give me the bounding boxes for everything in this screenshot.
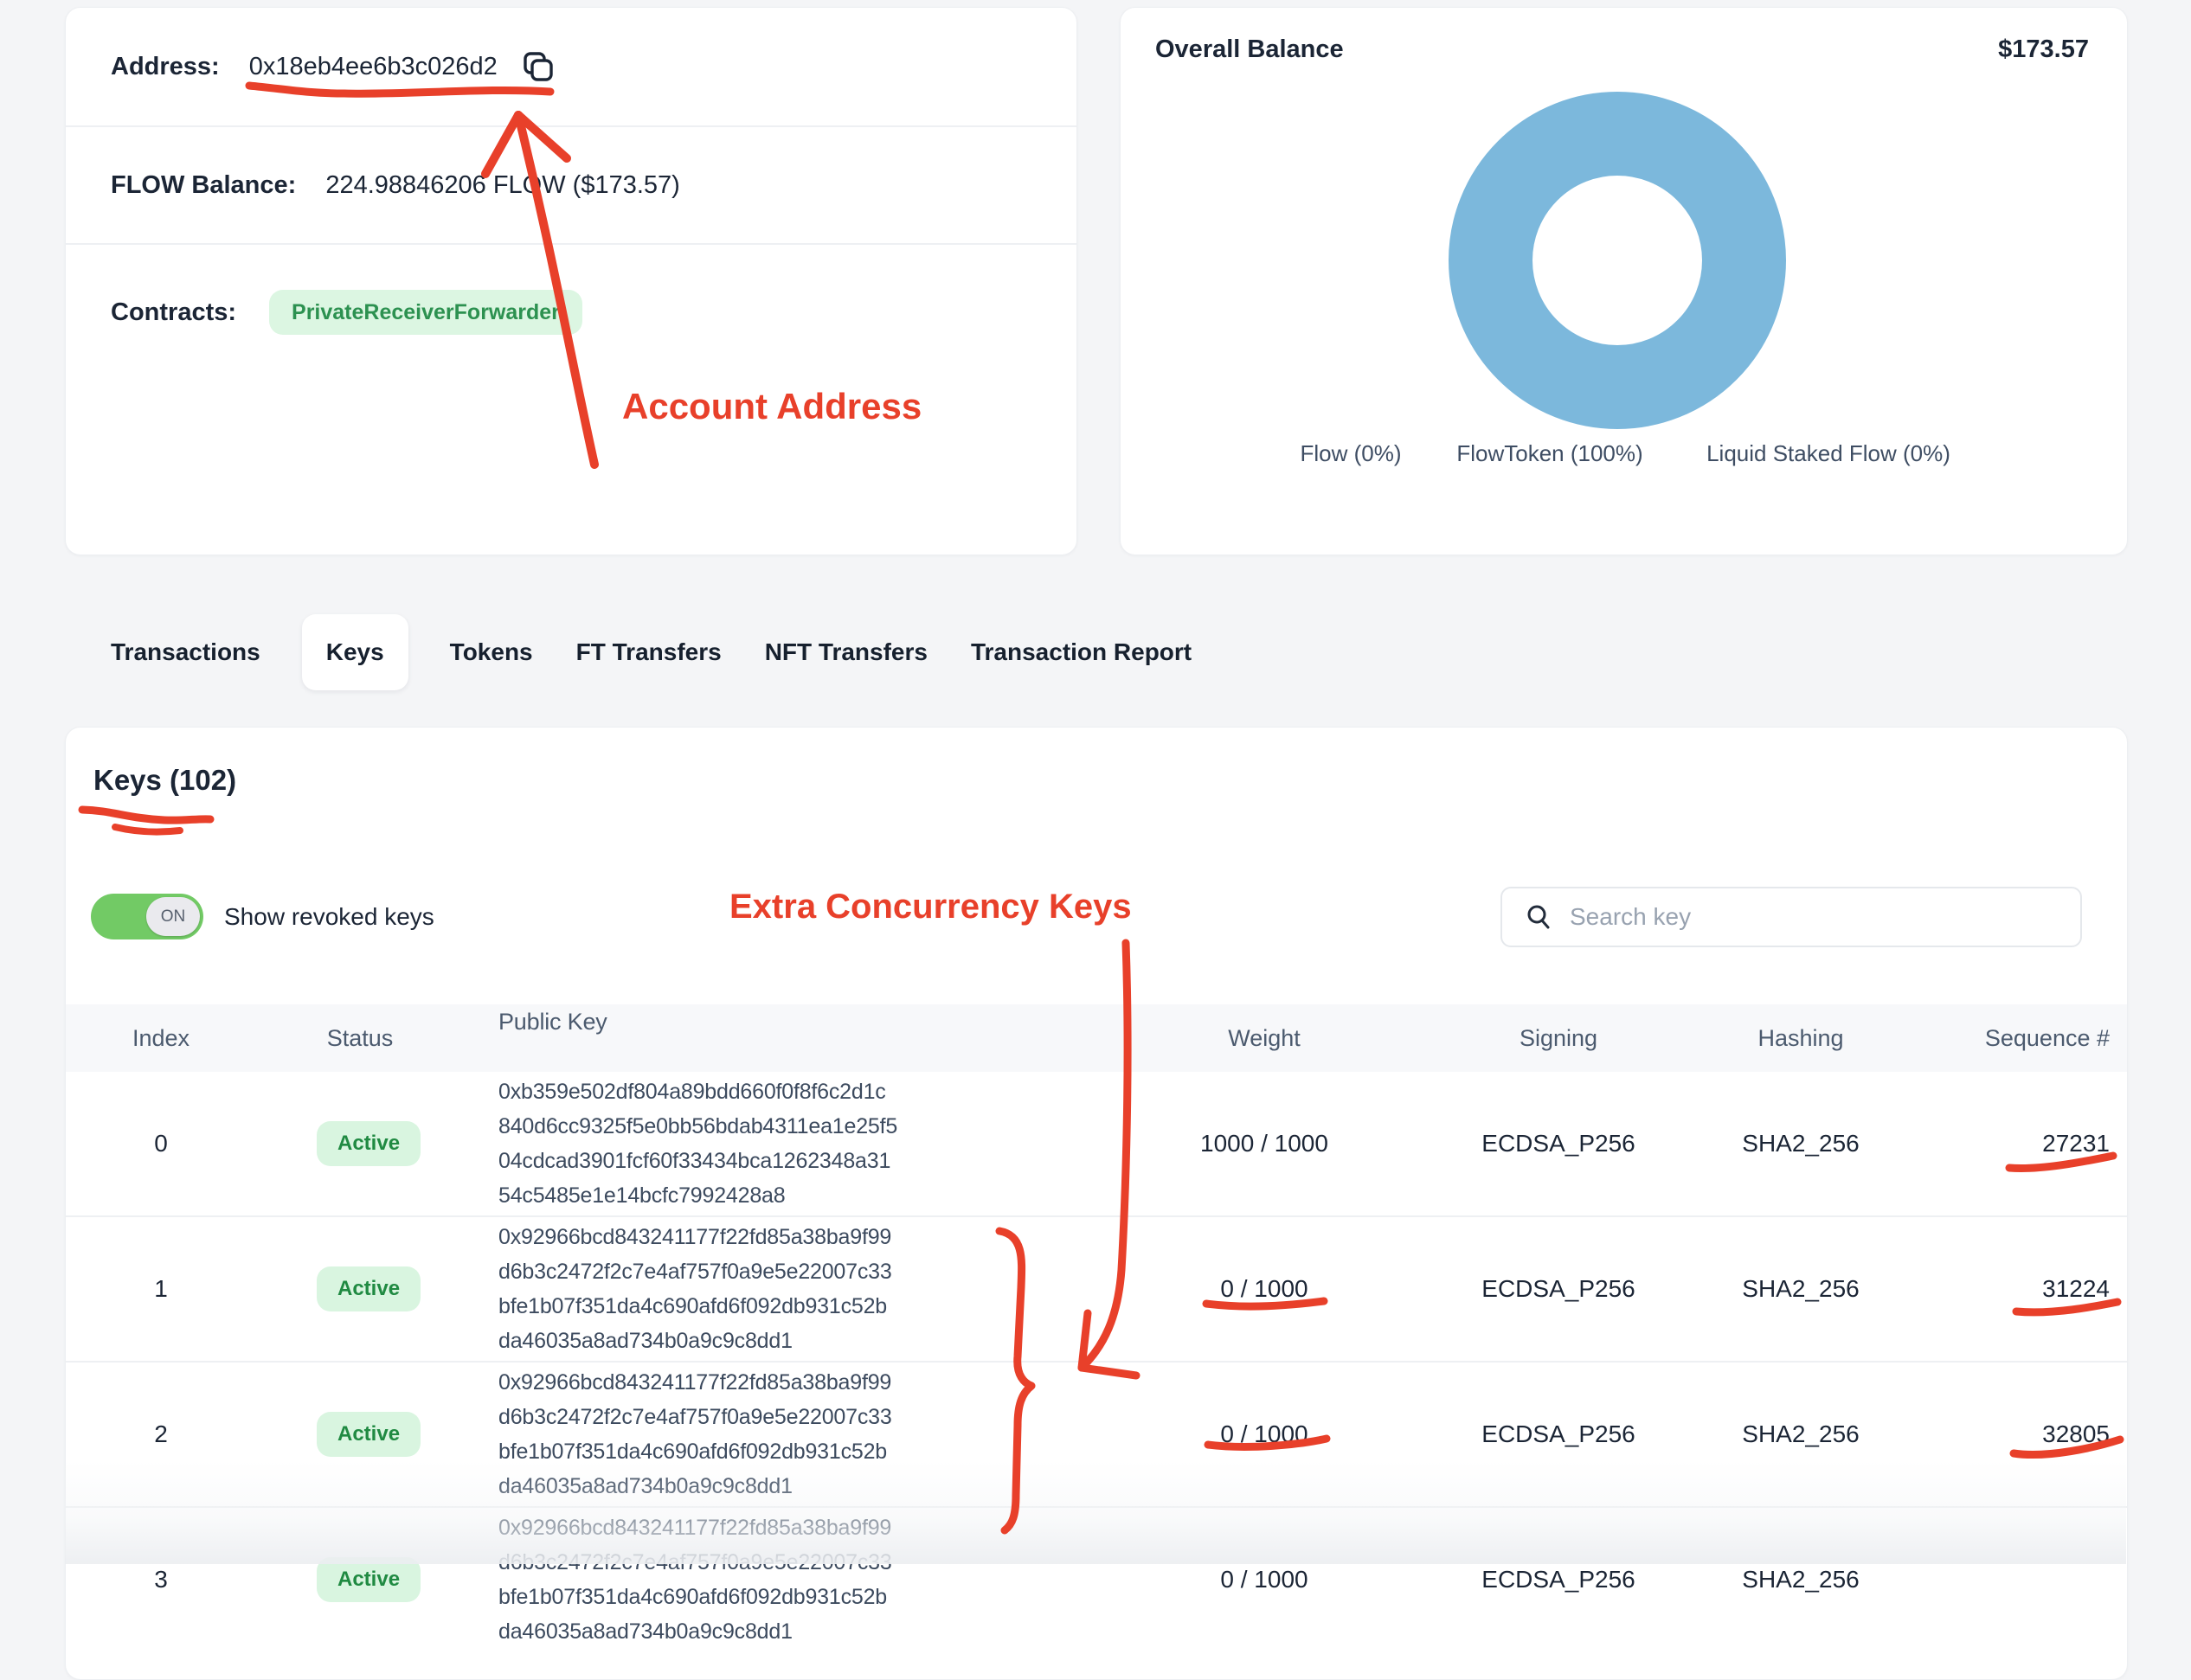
key-sequence: 32805 xyxy=(1919,1420,2110,1448)
col-hashing: Hashing xyxy=(1693,1004,1909,1072)
key-signing: ECDSA_P256 xyxy=(1450,1566,1667,1593)
status-badge: Active xyxy=(317,1121,421,1166)
tab-transactions[interactable]: Transactions xyxy=(109,614,262,690)
key-hashing: SHA2_256 xyxy=(1693,1275,1909,1303)
col-weight: Weight xyxy=(1156,1004,1372,1072)
show-revoked-toggle[interactable]: ON xyxy=(91,894,203,939)
key-index: 1 xyxy=(96,1275,226,1303)
annotation-account-address: Account Address xyxy=(622,386,922,427)
key-sequence: 27231 xyxy=(1919,1130,2110,1157)
search-icon xyxy=(1525,903,1552,931)
key-status: Active xyxy=(317,1412,403,1457)
public-key-line: 04cdcad3901fcf60f33434bca1262348a31 xyxy=(498,1144,1018,1178)
copy-address-button[interactable] xyxy=(520,49,555,84)
flow-balance-label: FLOW Balance: xyxy=(111,171,296,200)
public-key-line: d6b3c2472f2c7e4af757f0a9e5e22007c33 xyxy=(498,1400,1018,1434)
key-search-box[interactable] xyxy=(1500,887,2082,947)
overall-balance-total: $173.57 xyxy=(1998,35,2089,64)
public-key-line: 0x92966bcd843241177f22fd85a38ba9f99 xyxy=(498,1220,1018,1254)
col-sequence: Sequence # xyxy=(1919,1004,2110,1072)
tab-keys[interactable]: Keys xyxy=(302,614,408,690)
public-key-line: 0x92966bcd843241177f22fd85a38ba9f99 xyxy=(498,1510,1018,1545)
public-key-line: 54c5485e1e14bcfc7992428a8 xyxy=(498,1178,1018,1213)
flow-balance-value: 224.98846206 FLOW ($173.57) xyxy=(325,171,680,200)
key-status: Active xyxy=(317,1121,403,1166)
keys-count-title: Keys (102) xyxy=(93,764,236,797)
copy-icon xyxy=(520,49,555,84)
public-key-line: da46035a8ad734b0a9c9c8dd1 xyxy=(498,1614,1018,1649)
key-weight: 0 / 1000 xyxy=(1156,1420,1372,1448)
key-index: 2 xyxy=(96,1420,226,1448)
status-badge: Active xyxy=(317,1412,421,1457)
keys-table-header: Index Status Public Key Weight Signing H… xyxy=(66,1004,2127,1072)
key-hashing: SHA2_256 xyxy=(1693,1420,1909,1448)
public-key: 0xb359e502df804a89bdd660f0f8f6c2d1c840d6… xyxy=(498,1074,1018,1213)
public-key-line: bfe1b07f351da4c690afd6f092db931c52b xyxy=(498,1289,1018,1324)
contract-badge[interactable]: PrivateReceiverForwarder xyxy=(269,290,582,335)
key-row: 2 Active 0x92966bcd843241177f22fd85a38ba9f… xyxy=(66,1361,2127,1506)
public-key-line: 0xb359e502df804a89bdd660f0f8f6c2d1c xyxy=(498,1074,1018,1109)
key-signing: ECDSA_P256 xyxy=(1450,1420,1667,1448)
account-tabs: Transactions Keys Tokens FT Transfers NFT Tr… xyxy=(109,614,1193,690)
toggle-knob[interactable]: ON xyxy=(146,897,200,936)
col-public-key: Public Key xyxy=(498,1004,1018,1039)
key-row: 3Active0x92966bcd843241177f22fd85a38ba9f… xyxy=(66,1506,2127,1651)
col-index: Index xyxy=(96,1004,226,1072)
public-key-line: 0x92966bcd843241177f22fd85a38ba9f99 xyxy=(498,1365,1018,1400)
balance-donut-chart xyxy=(1449,92,1786,429)
legend-item: FlowToken (100%) xyxy=(1456,440,1642,467)
col-signing: Signing xyxy=(1450,1004,1667,1072)
key-weight: 0 / 1000 xyxy=(1156,1275,1372,1303)
public-key: 0x92966bcd843241177f22fd85a38ba9f99d6b3c… xyxy=(498,1510,1018,1649)
key-search-input[interactable] xyxy=(1568,902,2080,932)
key-index: 3 xyxy=(96,1566,226,1593)
public-key-line: d6b3c2472f2c7e4af757f0a9e5e22007c33 xyxy=(498,1254,1018,1289)
overall-balance-card: Overall Balance $173.57 Flow (0%) FlowTok… xyxy=(1120,7,2128,555)
key-weight: 0 / 1000 xyxy=(1156,1566,1372,1593)
public-key-line: da46035a8ad734b0a9c9c8dd1 xyxy=(498,1469,1018,1504)
tab-transaction-report[interactable]: Transaction Report xyxy=(969,614,1193,690)
key-row: 1 Active 0x92966bcd843241177f22fd85a38ba9f… xyxy=(66,1215,2127,1361)
address-value: 0x18eb4ee6b3c026d2 xyxy=(249,53,498,81)
status-badge: Active xyxy=(317,1266,421,1311)
public-key: 0x92966bcd843241177f22fd85a38ba9f99d6b3c… xyxy=(498,1365,1018,1504)
key-signing: ECDSA_P256 xyxy=(1450,1130,1667,1157)
key-signing: ECDSA_P256 xyxy=(1450,1275,1667,1303)
public-key-line: da46035a8ad734b0a9c9c8dd1 xyxy=(498,1324,1018,1358)
keys-table-body: 0 Active 0xb359e502df804a89bdd660f0f8f6c2d… xyxy=(66,1072,2127,1651)
address-row: Address: 0x18eb4ee6b3c026d2 xyxy=(66,8,1076,125)
key-weight: 1000 / 1000 xyxy=(1156,1130,1372,1157)
tab-ft-transfers[interactable]: FT Transfers xyxy=(575,614,723,690)
tab-nft-transfers[interactable]: NFT Transfers xyxy=(763,614,929,690)
legend-item: Flow (0%) xyxy=(1300,440,1401,467)
contracts-row: Contracts: PrivateReceiverForwarder xyxy=(66,243,1076,555)
key-sequence: 31224 xyxy=(1919,1275,2110,1303)
account-summary-card: Address: 0x18eb4ee6b3c026d2 FLOW Balance… xyxy=(65,7,1077,555)
keys-panel: Keys (102) ON Show revoked keys Index St… xyxy=(65,727,2128,1680)
show-revoked-label: Show revoked keys xyxy=(224,894,434,939)
public-key-line: bfe1b07f351da4c690afd6f092db931c52b xyxy=(498,1580,1018,1614)
contracts-label: Contracts: xyxy=(111,290,236,335)
key-row: 0 Active 0xb359e502df804a89bdd660f0f8f6c2d… xyxy=(66,1072,2127,1215)
tab-tokens[interactable]: Tokens xyxy=(448,614,535,690)
col-status: Status xyxy=(317,1004,403,1072)
public-key-line: 840d6cc9325f5e0bb56bdab4311ea1e25f5 xyxy=(498,1109,1018,1144)
key-hashing: SHA2_256 xyxy=(1693,1566,1909,1593)
annotation-extra-concurrency-keys: Extra Concurrency Keys xyxy=(729,888,1132,927)
key-index: 0 xyxy=(96,1130,226,1157)
public-key-line: d6b3c2472f2c7e4af757f0a9e5e22007c33 xyxy=(498,1545,1018,1580)
overall-balance-title: Overall Balance xyxy=(1155,35,1344,64)
public-key: 0x92966bcd843241177f22fd85a38ba9f99d6b3c… xyxy=(498,1220,1018,1358)
flow-balance-row: FLOW Balance: 224.98846206 FLOW ($173.57… xyxy=(66,125,1076,243)
address-label: Address: xyxy=(111,53,220,81)
legend-item: Liquid Staked Flow (0%) xyxy=(1706,440,1950,467)
public-key-line: bfe1b07f351da4c690afd6f092db931c52b xyxy=(498,1434,1018,1469)
key-status: Active xyxy=(317,1266,403,1311)
key-hashing: SHA2_256 xyxy=(1693,1130,1909,1157)
